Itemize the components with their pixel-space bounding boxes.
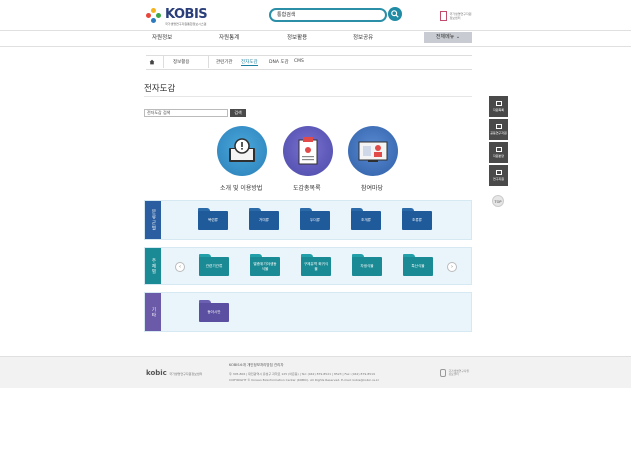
folder-item[interactable]: 멸종위기야생동식물 <box>250 254 280 276</box>
subtab-cms[interactable]: CMS <box>294 59 304 64</box>
category-tab-taxon: 분류군별 <box>145 201 161 239</box>
folder-item[interactable]: 거미류 <box>249 208 279 230</box>
footer-address: 우 305-806 | 대전광역시 유성구 과학로 125 (어은동) | Te… <box>229 372 375 376</box>
kobis-logo[interactable]: KOBIS 국가생명연구자원통합정보시스템 <box>146 6 256 26</box>
quick-menu: 자원목록 공동연구자원 자원분양 연구지원 <box>489 96 508 188</box>
breadcrumb-separator <box>163 56 164 68</box>
breadcrumb-border-bottom <box>146 69 472 70</box>
nav-item-resource-info[interactable]: 자원정보 <box>152 33 172 41</box>
partner-name: 국가생명연구자원정보센터 <box>449 12 472 20</box>
nav-divider-bottom <box>0 46 631 47</box>
folder-item[interactable]: 조개류 <box>351 208 381 230</box>
book-info-icon <box>229 138 255 162</box>
breadcrumb-section[interactable]: 정보활용 <box>173 59 190 65</box>
category-panel-etc: 기타 <box>144 292 472 332</box>
nav-item-resource-stats[interactable]: 자원통계 <box>219 33 239 41</box>
dna-icon <box>495 170 502 175</box>
home-icon[interactable] <box>149 59 155 65</box>
guide-search-button[interactable]: 검색 <box>230 109 246 117</box>
logo-text: KOBIS <box>165 6 208 22</box>
folder-item[interactable]: 동아시안 <box>199 300 229 322</box>
chevron-right-icon[interactable]: › <box>447 262 457 272</box>
guide-search-input[interactable]: 전자도감 검색 <box>144 109 228 117</box>
footer-partner-logo[interactable]: 국가생명연구자원 정보센터 <box>440 367 472 379</box>
breadcrumb-separator <box>208 56 209 68</box>
title-divider <box>144 96 472 97</box>
share-icon <box>495 147 502 152</box>
page-title: 전자도감 <box>144 84 176 94</box>
folder-item[interactable]: 복련류 <box>198 208 228 230</box>
catalog-list-icon <box>298 137 318 165</box>
quick-menu-research-support[interactable]: 연구지원 <box>489 165 508 186</box>
search-icon <box>391 10 399 18</box>
footer-links[interactable]: KOBIS소개 개인정보처리방침 관리자 <box>229 363 284 368</box>
folder-item[interactable]: 자생식물 <box>352 254 382 276</box>
category-tab-etc: 기타 <box>145 293 161 331</box>
scroll-top-button[interactable]: TOP <box>492 195 504 207</box>
list-icon <box>495 101 502 106</box>
folder-item[interactable]: 관련기관류 <box>199 254 229 276</box>
search-button[interactable] <box>388 7 402 21</box>
quick-menu-distribution[interactable]: 자원분양 <box>489 142 508 163</box>
chevron-left-icon[interactable]: ‹ <box>175 262 185 272</box>
folder-item[interactable]: 조류류 <box>402 208 432 230</box>
feature-catalog-label: 도감총목록 <box>293 185 321 192</box>
doc-icon <box>495 124 502 129</box>
subtab-related-org[interactable]: 관련기관 <box>216 59 233 65</box>
partner-logo[interactable]: 국가생명연구자원정보센터 <box>440 9 472 23</box>
global-search-input[interactable]: 통합검색 <box>269 8 387 22</box>
feature-participation-label: 참여마당 <box>361 185 384 192</box>
nav-item-info-share[interactable]: 정보공유 <box>353 33 373 41</box>
quick-menu-joint-resource[interactable]: 공동연구자원 <box>489 119 508 140</box>
nav-item-info-use[interactable]: 정보활용 <box>287 33 307 41</box>
footer-logo: kobic 국가생명연구자원정보센터 <box>146 369 203 377</box>
quick-menu-resource-list[interactable]: 자원목록 <box>489 96 508 117</box>
logo-dots-icon <box>146 8 162 24</box>
folder-item[interactable]: 구제유역 희귀식물 <box>301 254 331 276</box>
feature-catalog-button[interactable] <box>283 126 333 176</box>
footer-copyright: COPYRIGHT © Korean Bioinformation Center… <box>229 378 380 382</box>
partner-emblem-icon <box>440 369 447 377</box>
all-menu-button[interactable]: 전체메뉴 ⌄ <box>424 32 472 43</box>
participation-icon <box>358 141 388 162</box>
feature-intro-button[interactable] <box>217 126 267 176</box>
subtab-dna-guide[interactable]: DNA 도감 <box>269 59 289 65</box>
subtab-e-guide[interactable]: 전자도감 <box>241 59 258 66</box>
folder-item[interactable]: 특산식물 <box>403 254 433 276</box>
logo-subtitle: 국가생명연구자원통합정보시스템 <box>165 21 207 26</box>
breadcrumb-border-top <box>146 55 472 56</box>
folder-item[interactable]: 두더류 <box>300 208 330 230</box>
partner-emblem-icon <box>440 11 448 21</box>
main-nav <box>0 31 631 45</box>
category-tab-theme: 주제별 <box>145 248 161 284</box>
feature-intro-label: 소개 및 이용방법 <box>220 185 263 192</box>
feature-participation-button[interactable] <box>348 126 398 176</box>
